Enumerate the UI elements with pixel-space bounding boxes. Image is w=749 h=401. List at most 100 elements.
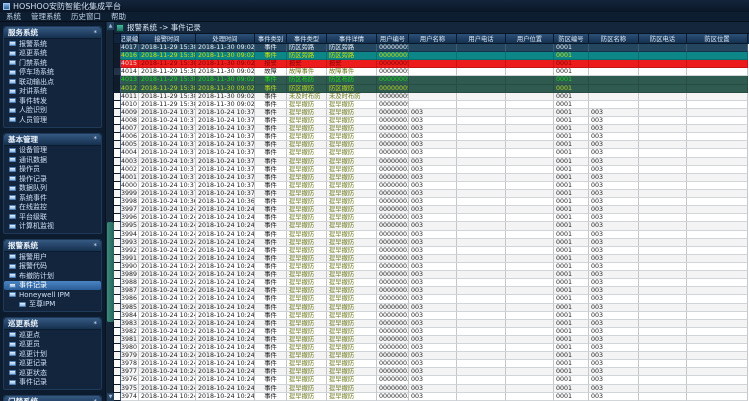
sidebar-item-布撤防计划[interactable]: 布撤防计划 xyxy=(4,271,101,281)
menu-item-2[interactable]: 历史窗口 xyxy=(71,11,101,22)
collapse-icon[interactable]: * xyxy=(94,136,98,143)
row-indicator[interactable] xyxy=(114,108,121,117)
row-indicator[interactable] xyxy=(114,230,121,239)
row-indicator[interactable] xyxy=(114,295,121,304)
sidebar-item-对讲系统[interactable]: 对讲系统 xyxy=(4,87,101,97)
column-header-6[interactable]: 用户编号 xyxy=(377,34,409,44)
row-indicator[interactable] xyxy=(114,279,121,288)
row-indicator[interactable] xyxy=(114,84,121,93)
table-row[interactable]: 39962018-10-24 10:24:542018-10-24 10:24:… xyxy=(114,214,749,223)
table-row[interactable]: 39902018-10-24 10:24:542018-10-24 10:24:… xyxy=(114,262,749,272)
table-row[interactable]: 40082018-10-24 10:37:022018-10-24 10:37:… xyxy=(114,116,749,126)
table-row[interactable]: 40172018-11-29 15:38:082018-11-30 09:02:… xyxy=(114,44,749,53)
row-indicator[interactable] xyxy=(114,368,121,377)
table-row[interactable]: 39772018-10-24 10:24:222018-10-24 10:24:… xyxy=(114,368,749,377)
table-row[interactable]: 40032018-10-24 10:37:012018-10-24 10:37:… xyxy=(114,157,749,166)
table-row[interactable]: 40022018-10-24 10:37:012018-10-24 10:37:… xyxy=(114,165,749,174)
row-indicator[interactable] xyxy=(114,311,121,320)
table-row[interactable]: 39992018-10-24 10:37:002018-10-24 10:37:… xyxy=(114,189,749,199)
collapse-icon[interactable]: * xyxy=(94,320,98,327)
sidebar-item-数据队列[interactable]: 数据队列 xyxy=(4,184,101,194)
table-row[interactable]: 39872018-10-24 10:24:522018-10-24 10:24:… xyxy=(114,287,749,296)
column-header-0[interactable]: ▼记录编号 xyxy=(121,34,139,44)
row-indicator[interactable] xyxy=(114,303,121,312)
sidebar-item-操作记录[interactable]: 操作记录 xyxy=(4,174,101,184)
row-indicator[interactable] xyxy=(114,287,121,296)
table-row[interactable]: 40092018-10-24 10:37:032018-10-24 10:37:… xyxy=(114,108,749,117)
table-row[interactable]: 39882018-10-24 10:24:522018-10-24 10:24:… xyxy=(114,279,749,288)
column-header-3[interactable]: 事件类别 xyxy=(255,34,287,44)
sidebar-section-header[interactable]: 门禁系统* xyxy=(4,396,101,401)
column-header-12[interactable]: 防区电话 xyxy=(639,34,687,44)
row-indicator[interactable] xyxy=(114,384,121,393)
menu-item-0[interactable]: 系统 xyxy=(6,11,21,22)
table-row[interactable]: 39932018-10-24 10:24:542018-10-24 10:24:… xyxy=(114,238,749,247)
table-row[interactable]: 39842018-10-24 10:24:512018-10-24 10:24:… xyxy=(114,311,749,320)
sidebar-section-header[interactable]: 服务系统 * xyxy=(4,27,101,39)
row-indicator[interactable] xyxy=(114,206,121,215)
sidebar-item-至尊IPM[interactable]: 至尊IPM xyxy=(4,300,101,310)
column-header-10[interactable]: 防区编号 xyxy=(554,34,589,44)
table-row[interactable]: 40102018-11-29 15:38:282018-11-30 09:02:… xyxy=(114,100,749,109)
table-row[interactable]: 39852018-10-24 10:24:512018-10-24 10:24:… xyxy=(114,303,749,312)
table-row[interactable]: 40072018-10-24 10:37:022018-10-24 10:37:… xyxy=(114,125,749,134)
row-indicator[interactable] xyxy=(114,319,121,328)
scroll-down-icon[interactable]: ▼ xyxy=(107,393,114,401)
column-header-11[interactable]: 防区名称 xyxy=(589,34,639,44)
sidebar-item-通讯数据[interactable]: 通讯数据 xyxy=(4,155,101,165)
column-header-2[interactable]: 处理时间 xyxy=(196,34,255,44)
table-row[interactable]: 39802018-10-24 10:24:232018-10-24 10:24:… xyxy=(114,344,749,353)
column-header-5[interactable]: 事件详情 xyxy=(327,34,377,44)
row-indicator[interactable] xyxy=(114,133,121,142)
sidebar-item-巡更系统[interactable]: 巡更系统 xyxy=(4,49,101,59)
row-indicator[interactable] xyxy=(114,100,121,109)
row-indicator[interactable] xyxy=(114,246,121,255)
table-row[interactable]: 39862018-10-24 10:24:512018-10-24 10:24:… xyxy=(114,295,749,304)
row-indicator[interactable] xyxy=(114,189,121,199)
sidebar-item-事件转发[interactable]: 事件转发 xyxy=(4,96,101,106)
sidebar-item-Honeywell IPM[interactable]: Honeywell IPM xyxy=(4,290,101,300)
row-indicator[interactable] xyxy=(114,262,121,272)
row-indicator[interactable] xyxy=(114,76,121,85)
table-row[interactable]: 39792018-10-24 10:24:222018-10-24 10:24:… xyxy=(114,352,749,361)
scrollbar-thumb[interactable] xyxy=(107,222,114,322)
row-indicator[interactable] xyxy=(114,335,121,345)
table-row[interactable]: 39952018-10-24 10:24:542018-10-24 10:24:… xyxy=(114,222,749,231)
row-indicator[interactable] xyxy=(114,360,121,369)
row-indicator[interactable] xyxy=(114,238,121,247)
table-row[interactable]: 40112018-11-29 15:38:222018-11-30 09:02:… xyxy=(114,92,749,101)
collapse-icon[interactable]: * xyxy=(94,29,98,36)
sidebar-item-巡更计划[interactable]: 巡更计划 xyxy=(4,349,101,359)
sidebar-item-巡更记录[interactable]: 巡更记录 xyxy=(4,359,101,369)
table-row[interactable]: 39942018-10-24 10:24:542018-10-24 10:24:… xyxy=(114,230,749,239)
table-row[interactable]: 39822018-10-24 10:24:232018-10-24 10:24:… xyxy=(114,327,749,336)
row-indicator[interactable] xyxy=(114,254,121,263)
row-indicator[interactable] xyxy=(114,92,121,101)
row-indicator[interactable] xyxy=(114,327,121,336)
table-row[interactable]: 40132018-11-29 15:38:152018-11-30 09:02:… xyxy=(114,76,749,85)
row-indicator[interactable] xyxy=(114,52,121,61)
row-indicator[interactable] xyxy=(114,141,121,150)
row-indicator[interactable] xyxy=(114,271,121,280)
sidebar-item-巡更点[interactable]: 巡更点 xyxy=(4,330,101,340)
table-row[interactable]: 40012018-10-24 10:37:002018-10-24 10:37:… xyxy=(114,173,749,182)
sidebar-item-报警系统[interactable]: 报警系统 xyxy=(4,39,101,49)
row-indicator[interactable] xyxy=(114,125,121,134)
row-indicator[interactable] xyxy=(114,116,121,126)
sidebar-item-事件记录[interactable]: 事件记录 xyxy=(4,280,101,290)
table-row[interactable]: 40062018-10-24 10:37:022018-10-24 10:37:… xyxy=(114,133,749,142)
row-indicator[interactable] xyxy=(114,149,121,158)
sidebar-item-在线监控[interactable]: 在线监控 xyxy=(4,203,101,213)
table-row[interactable]: 40152018-11-29 15:38:112018-11-30 09:02:… xyxy=(114,60,749,69)
table-row[interactable]: 40142018-11-29 15:38:122018-11-30 09:02:… xyxy=(114,68,749,77)
table-row[interactable]: 39762018-10-24 10:24:212018-10-24 10:24:… xyxy=(114,376,749,385)
sidebar-item-计算机监视[interactable]: 计算机监视 xyxy=(4,222,101,232)
sidebar-scrollbar[interactable]: ▲ ▼ xyxy=(105,22,114,401)
column-header-1[interactable]: 接警时间 xyxy=(139,34,196,44)
row-indicator[interactable] xyxy=(114,352,121,361)
collapse-icon[interactable]: * xyxy=(94,242,98,249)
column-header-9[interactable]: 用户位置 xyxy=(506,34,554,44)
sidebar-item-门禁系统[interactable]: 门禁系统 xyxy=(4,58,101,68)
sidebar-item-系统事件[interactable]: 系统事件 xyxy=(4,193,101,203)
sidebar-item-停车场系统[interactable]: 停车场系统 xyxy=(4,68,101,78)
